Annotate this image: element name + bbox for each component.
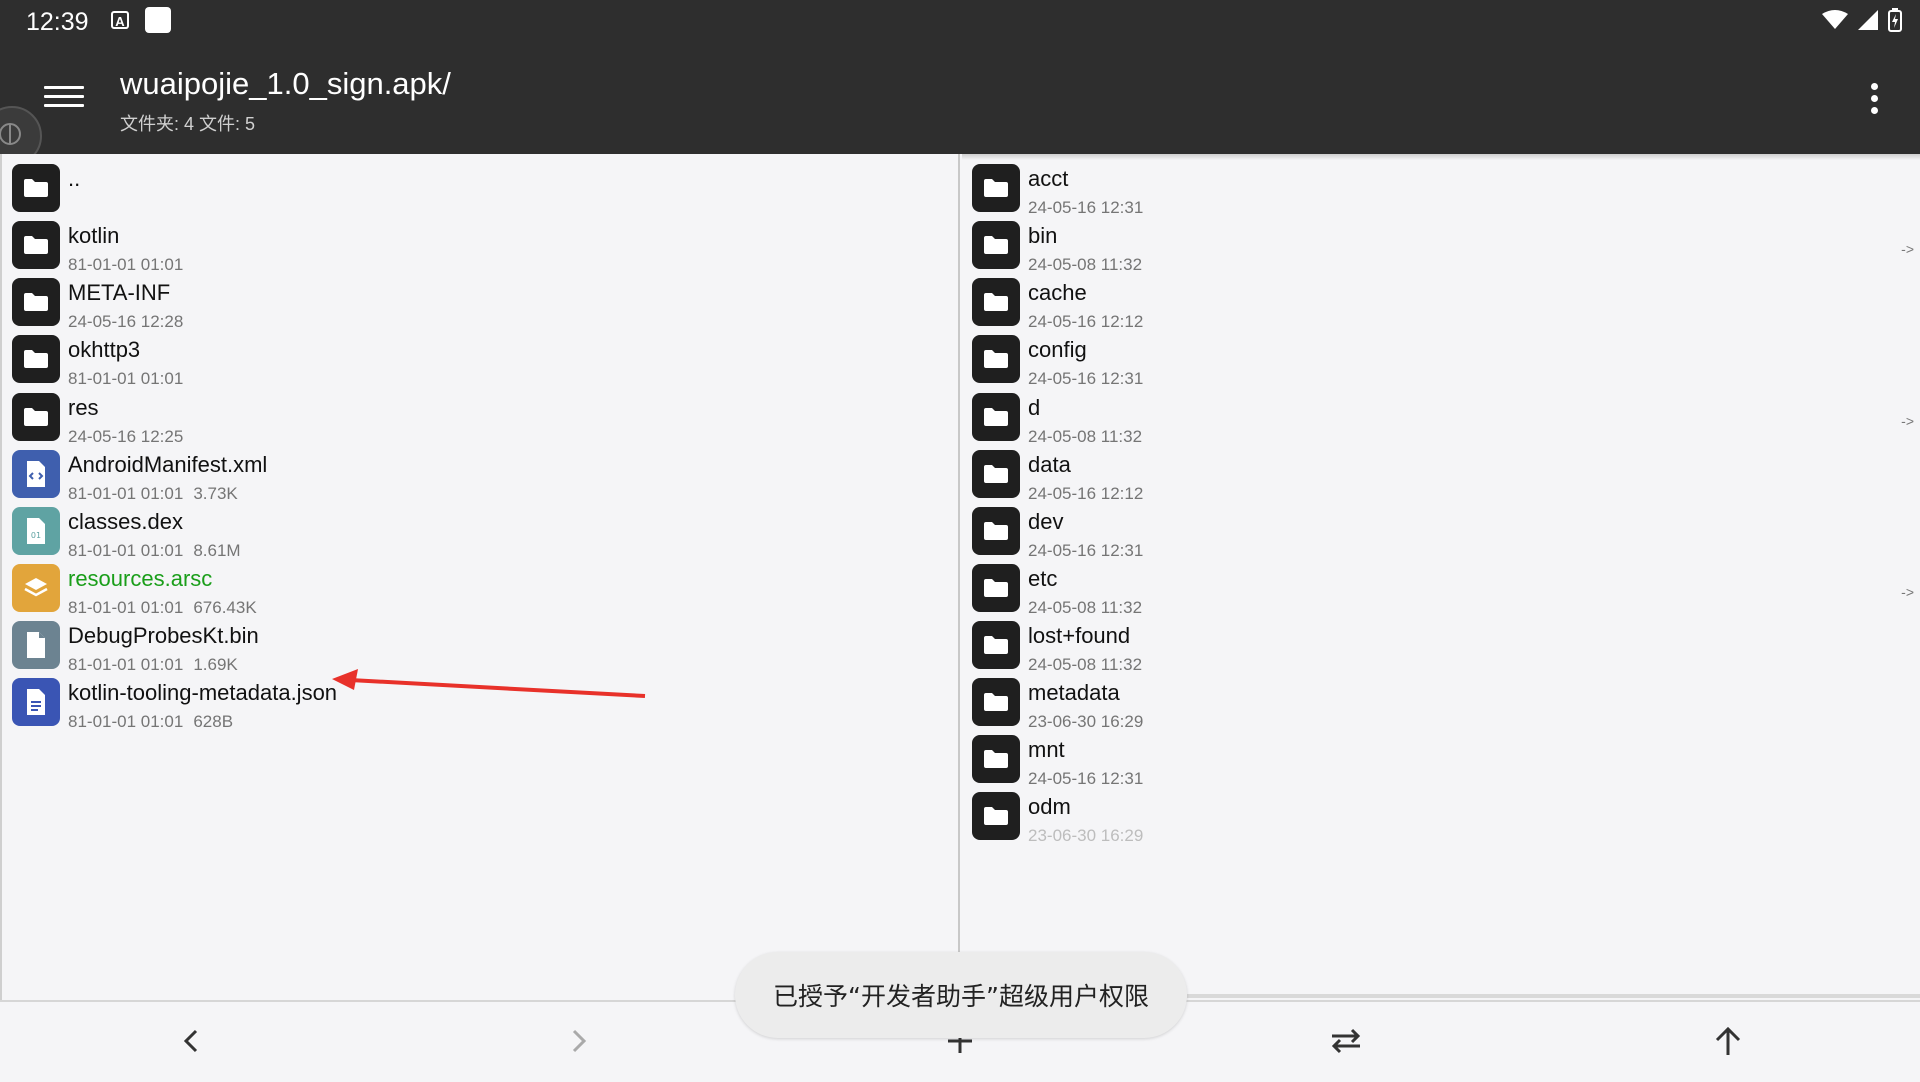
file-meta: 81-01-01 01:01 628B [68, 712, 234, 731]
folder-icon [972, 564, 1020, 612]
wifi-icon [1822, 10, 1848, 29]
swap-icon[interactable] [1316, 1016, 1376, 1066]
file-name: config [1028, 337, 1087, 362]
forward-icon[interactable] [548, 1016, 608, 1066]
folder-icon [972, 507, 1020, 555]
folder-icon [972, 621, 1020, 669]
file-name: lost+found [1028, 623, 1131, 648]
battery-icon [1888, 8, 1902, 32]
notification-square-icon [145, 7, 171, 33]
file-name: okhttp3 [68, 337, 141, 362]
signal-icon [1858, 10, 1878, 30]
file-name: DebugProbesKt.bin [68, 623, 259, 648]
file-name: mnt [1028, 737, 1065, 762]
folder-icon [12, 393, 60, 441]
file-name: odm [1028, 794, 1071, 819]
folder-icon [12, 335, 60, 383]
page-title: wuaipojie_1.0_sign.apk/ [120, 66, 451, 101]
list-item[interactable]: odm 23-06-30 16:29 [962, 782, 1920, 852]
left-file-list[interactable]: .. kotlin 81-01-01 01:01 META-INF 24-05-… [0, 154, 960, 1000]
up-icon[interactable] [1698, 1016, 1758, 1066]
folder-icon [972, 393, 1020, 441]
file-name: cache [1028, 280, 1087, 305]
app-bar: wuaipojie_1.0_sign.apk/ 文件夹: 4 文件: 5 [0, 44, 1920, 166]
annotation-arrow [332, 669, 646, 698]
folder-icon [972, 221, 1020, 269]
xml-file-icon [12, 450, 60, 498]
folder-icon [972, 335, 1020, 383]
symlink-indicator: -> [1901, 241, 1914, 257]
symlink-indicator: -> [1901, 584, 1914, 600]
binary-file-icon [12, 621, 60, 669]
folder-icon [972, 792, 1020, 840]
dex-file-icon: 01 [12, 507, 60, 555]
svg-text:01: 01 [31, 531, 41, 540]
folder-count-subtitle: 文件夹: 4 文件: 5 [120, 114, 256, 134]
hamburger-menu-icon[interactable] [44, 80, 84, 116]
file-name: bin [1028, 223, 1058, 248]
folder-icon [972, 278, 1020, 326]
layers-file-icon [12, 564, 60, 612]
symlink-indicator: -> [1901, 413, 1914, 429]
folder-icon [12, 164, 60, 212]
more-vert-icon[interactable] [1868, 80, 1880, 120]
file-name: etc [1028, 566, 1058, 591]
folder-icon [12, 278, 60, 326]
status-time: 12:39 [26, 8, 89, 36]
toast-divider [1187, 994, 1920, 998]
file-name: data [1028, 452, 1071, 477]
back-icon[interactable] [162, 1016, 222, 1066]
file-meta: 23-06-30 16:29 [1028, 826, 1144, 845]
folder-icon [972, 735, 1020, 783]
file-name: classes.dex [68, 509, 183, 534]
toast-message: 已授予“开发者助手”超级用户权限 [735, 952, 1187, 1038]
file-name: acct [1028, 166, 1069, 191]
status-bar: 12:39 A [0, 0, 1920, 44]
file-name: metadata [1028, 680, 1120, 705]
file-name: dev [1028, 509, 1064, 534]
file-name: META-INF [68, 280, 171, 305]
file-name: d [1028, 395, 1041, 420]
file-name: AndroidManifest.xml [68, 452, 268, 477]
folder-icon [972, 450, 1020, 498]
json-file-icon [12, 678, 60, 726]
file-name: resources.arsc [68, 566, 213, 591]
right-file-list[interactable]: acct 24-05-16 12:31 bin 24-05-08 11:32 -… [962, 154, 1920, 1000]
folder-icon [972, 678, 1020, 726]
file-name: kotlin-tooling-metadata.json [68, 680, 338, 705]
file-name: res [68, 395, 99, 420]
folder-icon [12, 221, 60, 269]
folder-icon [972, 164, 1020, 212]
notification-a-icon: A [111, 11, 129, 29]
file-name: .. [68, 166, 81, 191]
file-name: kotlin [68, 223, 120, 248]
